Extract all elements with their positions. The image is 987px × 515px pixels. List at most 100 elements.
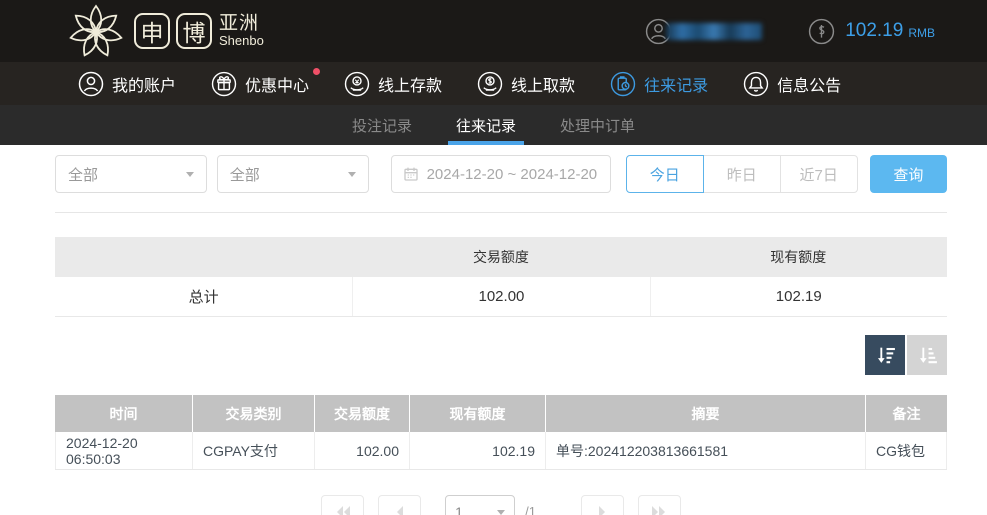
nav-item-transaction-records[interactable]: 往来记录 xyxy=(610,71,708,97)
yesterday-button[interactable]: 昨日 xyxy=(703,155,781,193)
records-table-header: 时间 交易类别 交易额度 现有额度 摘要 备注 xyxy=(55,395,947,432)
notification-dot-badge xyxy=(313,68,320,75)
lotus-flower-icon xyxy=(64,3,128,59)
type-select[interactable]: 全部 xyxy=(217,155,369,193)
sub-tab-bar: 投注记录 往来记录 处理中订单 xyxy=(0,105,987,145)
username-blurred xyxy=(666,23,762,40)
nav-item-withdraw[interactable]: 线上取款 xyxy=(477,71,575,97)
balance-display[interactable]: 102.19 RMB xyxy=(808,18,935,45)
cell-type: CGPAY支付 xyxy=(193,432,315,469)
top-header: 申 博 亚洲 Shenbo 102.19 xyxy=(0,0,987,62)
summary-table: 交易额度 现有额度 总计 102.00 102.19 xyxy=(55,237,947,317)
cell-amount: 102.00 xyxy=(315,432,410,469)
brand-logo[interactable]: 申 博 亚洲 Shenbo xyxy=(64,3,264,59)
pagination: 1 /1 xyxy=(55,495,947,515)
bell-icon xyxy=(743,71,769,97)
summary-total-label: 总计 xyxy=(55,277,352,316)
nav-label: 线上存款 xyxy=(378,72,442,96)
col-header-amount: 交易额度 xyxy=(315,395,410,432)
calendar-icon xyxy=(403,166,419,182)
category-select-value: 全部 xyxy=(68,164,98,185)
cell-balance: 102.19 xyxy=(410,432,546,469)
withdraw-hand-dollar-icon xyxy=(477,71,503,97)
header-user-area: 102.19 RMB xyxy=(645,18,935,45)
next-page-button[interactable] xyxy=(581,495,624,515)
nav-item-my-account[interactable]: 我的账户 xyxy=(78,71,176,97)
date-range-value: 2024-12-20 ~ 2024-12-20 xyxy=(427,166,598,183)
sort-ascending-icon xyxy=(916,344,939,367)
first-page-button[interactable] xyxy=(321,495,364,515)
tab-transaction-records[interactable]: 往来记录 xyxy=(448,105,524,145)
col-header-summary: 摘要 xyxy=(546,395,866,432)
active-tab-underline xyxy=(448,141,524,145)
cell-summary: 单号:202412203813661581 xyxy=(546,432,866,469)
chevron-down-icon xyxy=(497,510,505,515)
date-range-input[interactable]: 2024-12-20 ~ 2024-12-20 xyxy=(391,155,611,193)
sort-descending-button[interactable] xyxy=(865,335,905,375)
section-divider xyxy=(55,212,947,213)
col-header-remark: 备注 xyxy=(866,395,947,432)
cell-remark: CG钱包 xyxy=(866,432,947,469)
nav-label: 信息公告 xyxy=(777,72,841,96)
logo-wordmark: 亚洲 Shenbo xyxy=(219,14,264,48)
nav-label: 线上取款 xyxy=(511,72,575,96)
user-circle-icon xyxy=(78,71,104,97)
logo-characters: 申 博 xyxy=(134,13,212,49)
tab-pending-orders[interactable]: 处理中订单 xyxy=(552,105,643,145)
deposit-hand-coin-icon xyxy=(344,71,370,97)
nav-item-deposit[interactable]: 线上存款 xyxy=(344,71,442,97)
double-chevron-right-icon xyxy=(649,504,669,515)
logo-region-label: 亚洲 xyxy=(219,14,264,34)
tab-label: 往来记录 xyxy=(456,115,516,136)
sort-ascending-button[interactable] xyxy=(907,335,947,375)
tab-label: 投注记录 xyxy=(352,115,412,136)
chevron-down-icon xyxy=(186,172,194,177)
gift-icon xyxy=(211,71,237,97)
col-header-type: 交易类别 xyxy=(193,395,315,432)
search-button[interactable]: 查询 xyxy=(870,155,947,193)
summary-table-header: 交易额度 现有额度 xyxy=(55,237,947,277)
tab-betting-records[interactable]: 投注记录 xyxy=(344,105,420,145)
col-header-time: 时间 xyxy=(55,395,193,432)
summary-header-transaction: 交易额度 xyxy=(352,237,649,277)
table-row: 2024-12-20 06:50:03 CGPAY支付 102.00 102.1… xyxy=(55,432,947,470)
summary-total-balance: 102.19 xyxy=(650,277,947,316)
nav-item-announcements[interactable]: 信息公告 xyxy=(743,71,841,97)
category-select[interactable]: 全部 xyxy=(55,155,207,193)
filter-row: 全部 全部 2024-12-20 ~ 2024-12-20 今日 昨日 近7日 … xyxy=(55,155,947,193)
quick-date-group: 今日 昨日 近7日 xyxy=(627,155,858,193)
last-7-days-button[interactable]: 近7日 xyxy=(780,155,858,193)
nav-label: 我的账户 xyxy=(112,72,176,96)
tab-label: 处理中订单 xyxy=(560,115,635,136)
nav-label: 往来记录 xyxy=(644,72,708,96)
col-header-balance: 现有额度 xyxy=(410,395,546,432)
records-table: 时间 交易类别 交易额度 现有额度 摘要 备注 2024-12-20 06:50… xyxy=(55,395,947,470)
balance-amount: 102.19 xyxy=(845,20,903,42)
type-select-value: 全部 xyxy=(230,164,260,185)
main-nav: 我的账户 优惠中心 线上存款 xyxy=(0,62,987,105)
sort-controls xyxy=(55,335,947,375)
summary-header-empty xyxy=(55,237,352,277)
double-chevron-left-icon xyxy=(333,504,353,515)
logo-char-box: 申 xyxy=(134,13,170,49)
balance-currency: RMB xyxy=(908,22,935,40)
dollar-circle-icon xyxy=(808,18,835,45)
prev-page-button[interactable] xyxy=(378,495,421,515)
summary-total-row: 总计 102.00 102.19 xyxy=(55,277,947,317)
total-pages-label: /1 xyxy=(525,504,536,515)
nav-label: 优惠中心 xyxy=(245,72,309,96)
summary-total-transaction: 102.00 xyxy=(352,277,649,316)
chevron-down-icon xyxy=(348,172,356,177)
cell-time: 2024-12-20 06:50:03 xyxy=(55,432,193,469)
username-chip[interactable] xyxy=(645,18,762,45)
summary-header-balance: 现有额度 xyxy=(650,237,947,277)
page-number-value: 1 xyxy=(455,504,463,515)
clipboard-clock-icon xyxy=(610,71,636,97)
page-number-select[interactable]: 1 xyxy=(445,495,515,515)
today-button[interactable]: 今日 xyxy=(626,155,704,193)
last-page-button[interactable] xyxy=(638,495,681,515)
nav-item-promotions[interactable]: 优惠中心 xyxy=(211,71,309,97)
chevron-right-icon xyxy=(592,504,612,515)
chevron-left-icon xyxy=(390,504,410,515)
logo-subtitle-label: Shenbo xyxy=(219,34,264,48)
